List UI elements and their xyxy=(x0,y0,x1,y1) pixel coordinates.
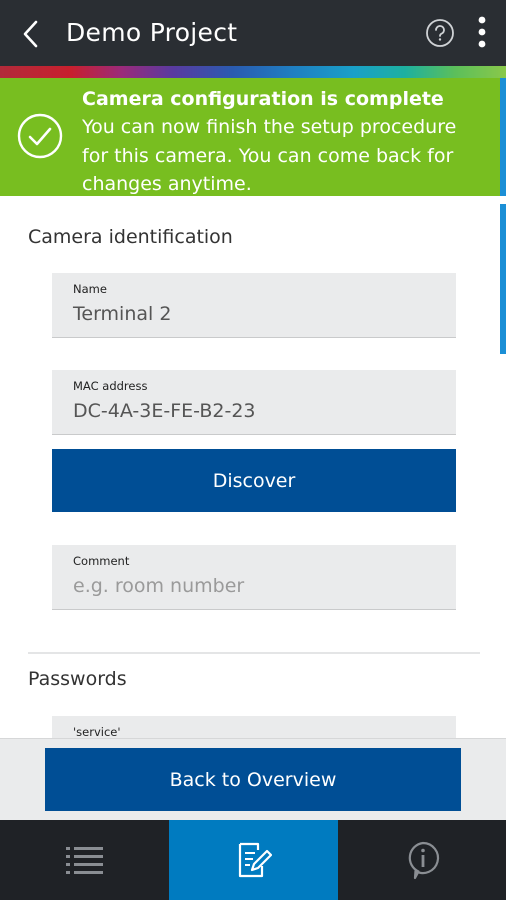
page-title: Demo Project xyxy=(66,18,238,47)
list-icon xyxy=(65,847,103,874)
service-password-label: 'service' xyxy=(73,725,121,738)
section-heading-passwords: Passwords xyxy=(28,668,127,690)
more-vertical-icon xyxy=(478,16,486,48)
chevron-left-icon xyxy=(23,20,38,48)
success-banner: Camera configuration is complete You can… xyxy=(0,78,506,196)
section-heading-camera-identification: Camera identification xyxy=(28,226,233,248)
edit-document-icon xyxy=(238,842,272,878)
banner-message: You can now finish the setup procedure f… xyxy=(82,116,457,195)
banner-scrollbar[interactable] xyxy=(500,78,506,196)
help-circle-icon xyxy=(426,19,454,47)
nav-tab-edit[interactable] xyxy=(169,820,338,900)
service-password-field[interactable]: 'service' xyxy=(52,716,456,738)
comment-field-placeholder: e.g. room number xyxy=(73,575,245,597)
help-button[interactable] xyxy=(425,18,455,48)
footer-action-bar: Back to Overview xyxy=(0,738,506,821)
section-divider xyxy=(28,652,480,654)
banner-title: Camera configuration is complete xyxy=(82,88,444,110)
back-to-overview-button[interactable]: Back to Overview xyxy=(45,748,461,811)
mac-address-value: DC-4A-3E-FE-B2-23 xyxy=(73,400,256,422)
more-options-button[interactable] xyxy=(470,14,494,52)
mac-address-label: MAC address xyxy=(73,379,148,393)
nav-tab-list[interactable] xyxy=(0,820,169,900)
content-scrollbar[interactable] xyxy=(500,204,506,354)
name-field[interactable]: Name Terminal 2 xyxy=(52,273,456,338)
info-icon xyxy=(408,841,439,880)
form-content: Camera identification Name Terminal 2 MA… xyxy=(0,196,506,738)
name-field-label: Name xyxy=(73,282,107,296)
comment-field-label: Comment xyxy=(73,554,130,568)
comment-field[interactable]: Comment e.g. room number xyxy=(52,545,456,610)
check-circle-icon xyxy=(17,113,63,159)
bottom-navigation xyxy=(0,820,506,900)
name-field-value: Terminal 2 xyxy=(73,303,172,325)
nav-tab-info[interactable] xyxy=(338,820,506,900)
brand-stripe xyxy=(0,66,506,78)
back-button[interactable] xyxy=(14,16,50,52)
discover-button[interactable]: Discover xyxy=(52,449,456,512)
mac-address-field[interactable]: MAC address DC-4A-3E-FE-B2-23 xyxy=(52,370,456,435)
app-bar: Demo Project xyxy=(0,0,506,66)
